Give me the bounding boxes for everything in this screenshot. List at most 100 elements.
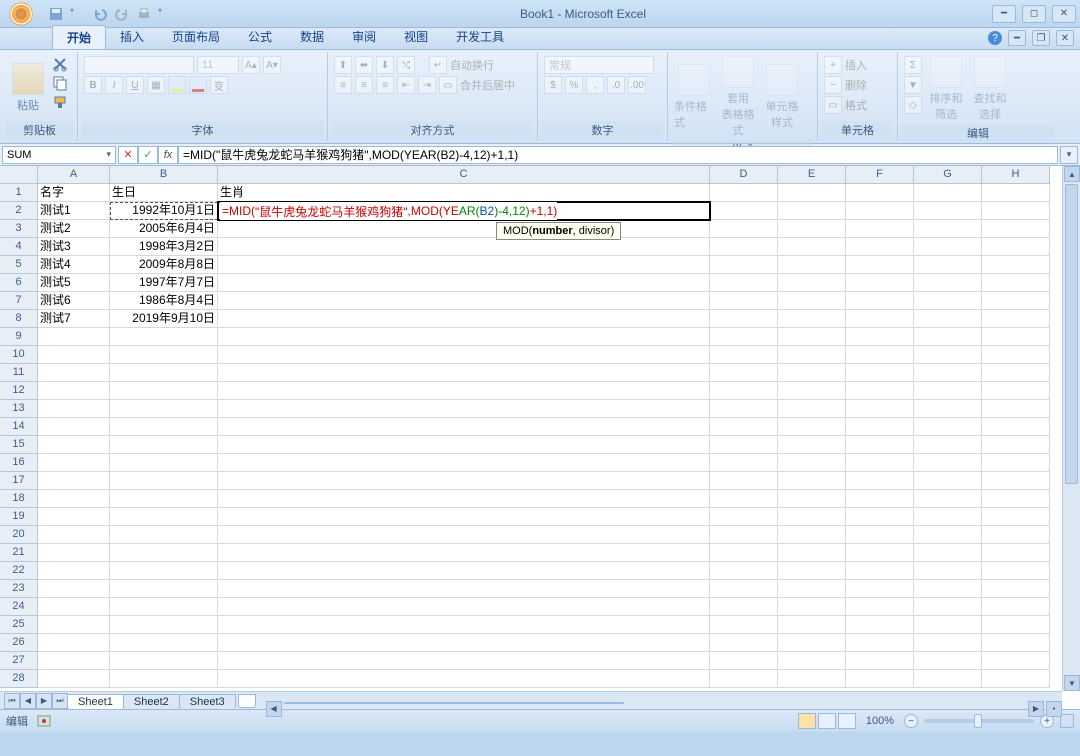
- row-header-19[interactable]: 19: [0, 508, 38, 526]
- cell-D5[interactable]: [710, 256, 778, 274]
- cell-G23[interactable]: [914, 580, 982, 598]
- cell-B7[interactable]: 1986年8月4日: [110, 292, 218, 310]
- cell-H16[interactable]: [982, 454, 1050, 472]
- cell-C1[interactable]: 生肖: [218, 184, 710, 202]
- cell-A19[interactable]: [38, 508, 110, 526]
- sheet-tab-Sheet3[interactable]: Sheet3: [179, 694, 236, 709]
- cell-D18[interactable]: [710, 490, 778, 508]
- cell-F15[interactable]: [846, 436, 914, 454]
- cell-E16[interactable]: [778, 454, 846, 472]
- cell-C12[interactable]: [218, 382, 710, 400]
- cell-A14[interactable]: [38, 418, 110, 436]
- cell-C15[interactable]: [218, 436, 710, 454]
- orientation-icon[interactable]: ⤭: [397, 56, 415, 74]
- cell-F3[interactable]: [846, 220, 914, 238]
- scroll-left-button[interactable]: ◀: [266, 701, 282, 717]
- cell-B24[interactable]: [110, 598, 218, 616]
- cell-E12[interactable]: [778, 382, 846, 400]
- cell-A21[interactable]: [38, 544, 110, 562]
- col-header-E[interactable]: E: [778, 166, 846, 184]
- cell-G3[interactable]: [914, 220, 982, 238]
- cell-B15[interactable]: [110, 436, 218, 454]
- border-button[interactable]: ▦: [147, 76, 165, 94]
- scroll-down-button[interactable]: ▼: [1064, 675, 1080, 691]
- cell-A12[interactable]: [38, 382, 110, 400]
- italic-button[interactable]: I: [105, 76, 123, 94]
- cell-D11[interactable]: [710, 364, 778, 382]
- cell-F27[interactable]: [846, 652, 914, 670]
- row-header-11[interactable]: 11: [0, 364, 38, 382]
- cell-H17[interactable]: [982, 472, 1050, 490]
- cell-B18[interactable]: [110, 490, 218, 508]
- cell-D20[interactable]: [710, 526, 778, 544]
- row-header-6[interactable]: 6: [0, 274, 38, 292]
- cell-H22[interactable]: [982, 562, 1050, 580]
- row-header-2[interactable]: 2: [0, 202, 38, 220]
- cell-B11[interactable]: [110, 364, 218, 382]
- cell-F11[interactable]: [846, 364, 914, 382]
- col-header-A[interactable]: A: [38, 166, 110, 184]
- cell-E14[interactable]: [778, 418, 846, 436]
- cell-F5[interactable]: [846, 256, 914, 274]
- cell-D2[interactable]: [710, 202, 778, 220]
- cell-D9[interactable]: [710, 328, 778, 346]
- cell-F12[interactable]: [846, 382, 914, 400]
- row-header-23[interactable]: 23: [0, 580, 38, 598]
- cell-E4[interactable]: [778, 238, 846, 256]
- help-icon[interactable]: ?: [988, 31, 1002, 45]
- cell-F17[interactable]: [846, 472, 914, 490]
- cell-F9[interactable]: [846, 328, 914, 346]
- enter-formula-button[interactable]: ✓: [138, 146, 158, 164]
- row-header-14[interactable]: 14: [0, 418, 38, 436]
- name-box[interactable]: SUM▾: [2, 146, 116, 164]
- cell-A18[interactable]: [38, 490, 110, 508]
- cell-E5[interactable]: [778, 256, 846, 274]
- cell-A9[interactable]: [38, 328, 110, 346]
- percent-icon[interactable]: %: [565, 76, 583, 94]
- cell-A5[interactable]: 测试4: [38, 256, 110, 274]
- cell-D12[interactable]: [710, 382, 778, 400]
- autosum-icon[interactable]: Σ: [904, 56, 922, 74]
- row-header-20[interactable]: 20: [0, 526, 38, 544]
- cell-D24[interactable]: [710, 598, 778, 616]
- cell-H6[interactable]: [982, 274, 1050, 292]
- cell-C27[interactable]: [218, 652, 710, 670]
- row-header-7[interactable]: 7: [0, 292, 38, 310]
- row-header-27[interactable]: 27: [0, 652, 38, 670]
- cell-B2[interactable]: 1992年10月1日: [110, 202, 218, 220]
- cell-A10[interactable]: [38, 346, 110, 364]
- cell-D23[interactable]: [710, 580, 778, 598]
- row-header-12[interactable]: 12: [0, 382, 38, 400]
- cell-A26[interactable]: [38, 634, 110, 652]
- cell-H25[interactable]: [982, 616, 1050, 634]
- cell-D7[interactable]: [710, 292, 778, 310]
- cell-H14[interactable]: [982, 418, 1050, 436]
- cell-G27[interactable]: [914, 652, 982, 670]
- cell-B10[interactable]: [110, 346, 218, 364]
- cell-G9[interactable]: [914, 328, 982, 346]
- cell-F19[interactable]: [846, 508, 914, 526]
- print-icon[interactable]: [136, 6, 152, 22]
- cell-G22[interactable]: [914, 562, 982, 580]
- last-sheet-button[interactable]: ⏭: [52, 693, 68, 709]
- ribbon-tab-6[interactable]: 视图: [390, 25, 442, 49]
- cell-A17[interactable]: [38, 472, 110, 490]
- cell-A16[interactable]: [38, 454, 110, 472]
- cell-G17[interactable]: [914, 472, 982, 490]
- number-format-select[interactable]: [544, 56, 654, 74]
- scroll-right-button[interactable]: ▶: [1028, 701, 1044, 717]
- cell-C16[interactable]: [218, 454, 710, 472]
- cell-H5[interactable]: [982, 256, 1050, 274]
- cell-G2[interactable]: [914, 202, 982, 220]
- qat-dropdown-icon[interactable]: ▾: [70, 6, 86, 22]
- cell-B8[interactable]: 2019年9月10日: [110, 310, 218, 328]
- cell-D19[interactable]: [710, 508, 778, 526]
- cell-B13[interactable]: [110, 400, 218, 418]
- sort-filter-button[interactable]: 排序和 筛选: [926, 56, 966, 122]
- cell-C4[interactable]: [218, 238, 710, 256]
- cell-G14[interactable]: [914, 418, 982, 436]
- cell-G4[interactable]: [914, 238, 982, 256]
- cell-C21[interactable]: [218, 544, 710, 562]
- cell-E21[interactable]: [778, 544, 846, 562]
- ribbon-tab-0[interactable]: 开始: [52, 25, 106, 49]
